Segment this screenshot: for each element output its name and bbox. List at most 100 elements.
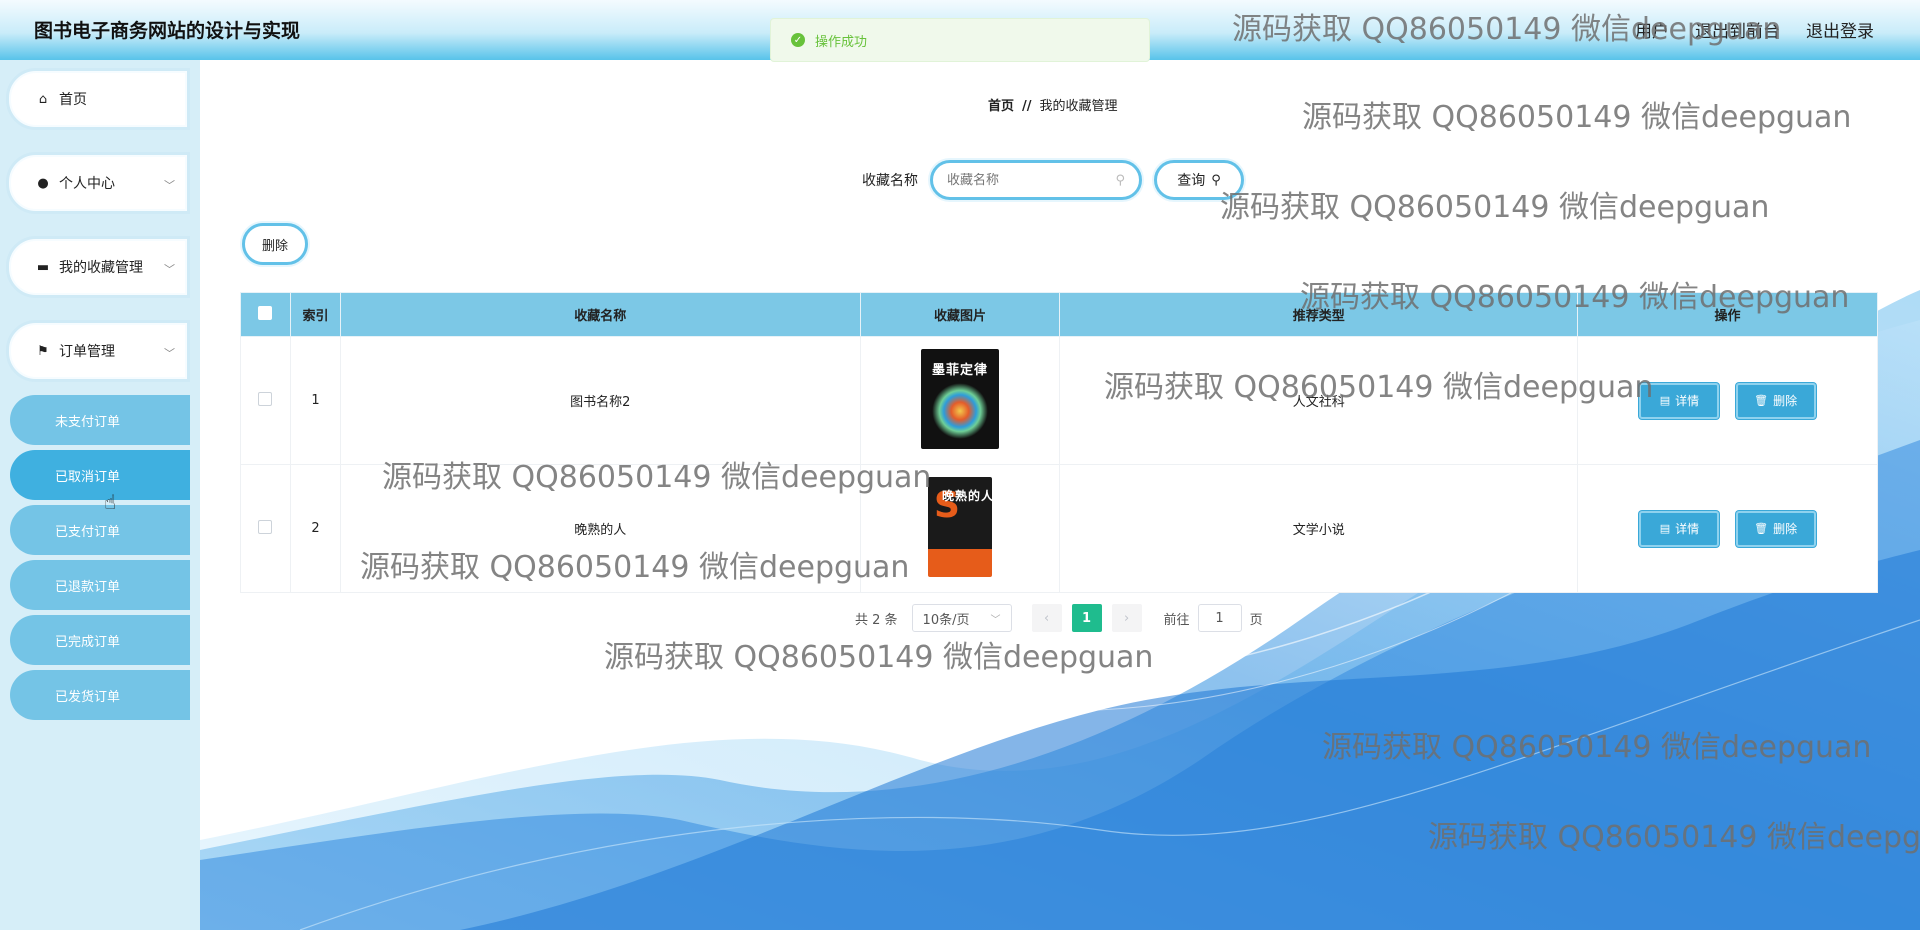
site-title: 图书电子商务网站的设计与实现 xyxy=(34,20,301,42)
search-input[interactable] xyxy=(947,172,1107,188)
row-select-cell xyxy=(240,464,291,593)
folder-icon: ▬ xyxy=(36,259,50,275)
goto-page-input[interactable] xyxy=(1197,604,1242,632)
chevron-down-icon: ﹀ xyxy=(164,179,175,192)
document-icon: ▤ xyxy=(1659,394,1671,407)
query-button-label: 查询 xyxy=(1177,173,1206,189)
sidebar-subitem-unpaid[interactable]: 未支付订单 xyxy=(10,395,190,445)
detail-button-label: 详情 xyxy=(1675,394,1700,408)
column-header-index: 索引 xyxy=(289,292,341,337)
goto-suffix: 页 xyxy=(1249,612,1263,628)
user-icon: ● xyxy=(37,175,49,191)
search-icon: ⚲ xyxy=(1211,172,1221,188)
next-page-button[interactable]: › xyxy=(1111,604,1142,632)
sidebar-item-label: 订单管理 xyxy=(59,344,115,360)
page-size-select[interactable]: 10条/页 ﹀ xyxy=(911,604,1012,632)
row-index: 2 xyxy=(289,464,341,593)
row-image-cell: S 晚熟的人 xyxy=(859,464,1061,593)
delete-button-label: 删除 xyxy=(1773,522,1798,536)
sidebar-subitem-completed[interactable]: 已完成订单 xyxy=(10,615,190,665)
table-row: 1 图书名称2 墨菲定律 人文社科 ▤ 详情 🗑 删除 xyxy=(240,336,1878,465)
batch-delete-button[interactable]: 删除 xyxy=(242,223,308,265)
breadcrumb: 首页 // 我的收藏管理 xyxy=(988,95,1118,114)
goto-frontend-link[interactable]: 退出到前台 xyxy=(1695,17,1780,42)
chevron-right-icon: › xyxy=(1123,610,1130,626)
logout-link[interactable]: 退出登录 xyxy=(1806,17,1874,42)
header-links: 用户 退出到前台 退出登录 xyxy=(1635,17,1874,42)
pagination: 共 2 条 10条/页 ﹀ ‹ 1 › 前往 页 xyxy=(855,604,1263,632)
hand-pointer-icon: ☝ xyxy=(104,490,117,514)
delete-button[interactable]: 🗑 删除 xyxy=(1735,510,1816,547)
user-link[interactable]: 用户 xyxy=(1635,17,1669,42)
sidebar-subitem-paid[interactable]: 已支付订单 xyxy=(10,505,190,555)
row-select-cell xyxy=(240,336,291,465)
row-index: 1 xyxy=(289,336,341,465)
column-header-name: 收藏名称 xyxy=(339,292,861,337)
chevron-down-icon: ﹀ xyxy=(990,614,1001,626)
chevron-left-icon: ‹ xyxy=(1043,610,1050,626)
search-row: 收藏名称 ⚲ 查询 ⚲ xyxy=(862,160,1244,200)
page-size-value: 10条/页 xyxy=(922,612,970,628)
sidebar: ⌂ 首页 ● 个人中心 ﹀ ▬ 我的收藏管理 ﹀ ⚑ 订单管理 ﹀ 未支付订单 … xyxy=(0,60,200,930)
check-circle-icon: ✓ xyxy=(791,33,805,47)
column-header-actions: 操作 xyxy=(1577,292,1878,337)
row-checkbox[interactable] xyxy=(258,391,273,406)
row-type: 文学小说 xyxy=(1059,464,1579,593)
toast-message: 操作成功 xyxy=(815,34,868,50)
detail-button[interactable]: ▤ 详情 xyxy=(1639,510,1720,547)
delete-button[interactable]: 🗑 删除 xyxy=(1735,382,1816,419)
book-cover-image[interactable]: S 晚熟的人 xyxy=(928,476,993,577)
search-field-wrapper: ⚲ xyxy=(930,160,1142,200)
search-label: 收藏名称 xyxy=(862,173,918,189)
sidebar-item-label: 我的收藏管理 xyxy=(59,260,143,276)
flag-icon: ⚑ xyxy=(37,343,49,359)
column-header-type: 推荐类型 xyxy=(1059,292,1579,337)
home-icon: ⌂ xyxy=(38,91,48,107)
row-actions: ▤ 详情 🗑 删除 xyxy=(1577,336,1878,465)
favorites-table: 索引 收藏名称 收藏图片 推荐类型 操作 1 图书名称2 墨菲定律 人文社科 ▤… xyxy=(240,292,1878,593)
document-icon: ▤ xyxy=(1659,522,1671,535)
row-checkbox[interactable] xyxy=(258,519,273,534)
goto-label: 前往 xyxy=(1163,612,1190,628)
sidebar-item-label: 个人中心 xyxy=(59,176,115,192)
detail-button[interactable]: ▤ 详情 xyxy=(1639,382,1720,419)
row-actions: ▤ 详情 🗑 删除 xyxy=(1577,464,1878,593)
breadcrumb-home[interactable]: 首页 xyxy=(988,99,1014,114)
chevron-down-icon: ﹀ xyxy=(164,347,175,360)
main-content: 首页 // 我的收藏管理 收藏名称 ⚲ 查询 ⚲ 删除 索引 收藏名称 收藏图片 推… xyxy=(200,60,1920,930)
book-cover-title: 晚熟的人 xyxy=(942,488,993,503)
table-row: 2 晚熟的人 S 晚熟的人 文学小说 ▤ 详情 🗑 删除 xyxy=(240,464,1878,593)
sidebar-item-home[interactable]: ⌂ 首页 xyxy=(6,68,190,130)
sidebar-item-personal-center[interactable]: ● 个人中心 ﹀ xyxy=(6,152,190,214)
select-all-cell xyxy=(240,292,291,337)
success-toast: ✓ 操作成功 xyxy=(770,18,1150,62)
sidebar-item-favorites[interactable]: ▬ 我的收藏管理 ﹀ xyxy=(6,236,190,298)
detail-button-label: 详情 xyxy=(1675,522,1700,536)
breadcrumb-current: 我的收藏管理 xyxy=(1039,99,1118,114)
page-number-current[interactable]: 1 xyxy=(1071,604,1102,632)
sidebar-subitem-refunded[interactable]: 已退款订单 xyxy=(10,560,190,610)
trash-icon: 🗑 xyxy=(1754,522,1769,535)
breadcrumb-separator: // xyxy=(1022,99,1032,114)
row-image-cell: 墨菲定律 xyxy=(859,336,1061,465)
trash-icon: 🗑 xyxy=(1754,394,1769,407)
pagination-total: 共 2 条 xyxy=(855,612,898,628)
table-header-row: 索引 收藏名称 收藏图片 推荐类型 操作 xyxy=(240,292,1878,337)
sidebar-subitem-shipped[interactable]: 已发货订单 xyxy=(10,670,190,720)
sidebar-item-orders[interactable]: ⚑ 订单管理 ﹀ xyxy=(6,320,190,382)
column-header-image: 收藏图片 xyxy=(859,292,1061,337)
sidebar-subitem-cancelled[interactable]: 已取消订单 xyxy=(10,450,190,500)
delete-button-label: 删除 xyxy=(1773,394,1798,408)
row-name: 晚熟的人 xyxy=(339,464,861,593)
row-name: 图书名称2 xyxy=(339,336,861,465)
goto-page: 前往 页 xyxy=(1164,604,1263,632)
book-cover-image[interactable]: 墨菲定律 xyxy=(921,348,1000,449)
select-all-checkbox[interactable] xyxy=(258,305,273,320)
query-button[interactable]: 查询 ⚲ xyxy=(1154,160,1244,200)
row-type: 人文社科 xyxy=(1059,336,1579,465)
chevron-down-icon: ﹀ xyxy=(164,263,175,276)
book-cover-title: 墨菲定律 xyxy=(932,362,989,378)
search-icon: ⚲ xyxy=(1115,172,1125,188)
prev-page-button[interactable]: ‹ xyxy=(1031,604,1062,632)
sidebar-item-label: 首页 xyxy=(59,92,87,108)
